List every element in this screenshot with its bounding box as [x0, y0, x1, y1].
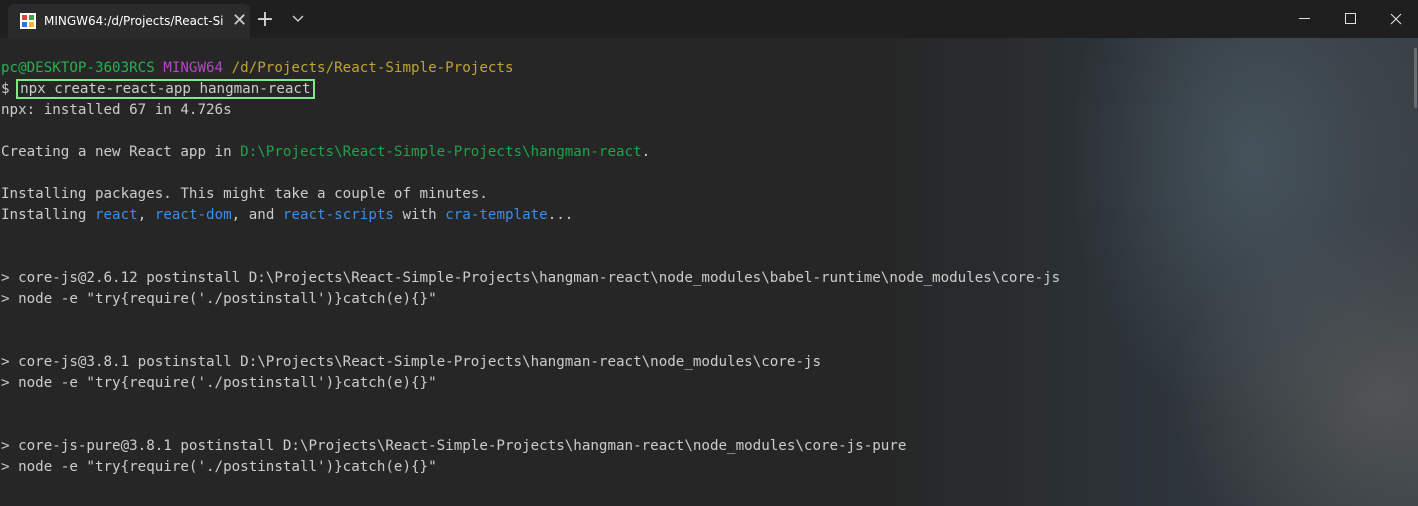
installing-prefix: Installing	[1, 207, 95, 223]
postinstall-node-line: > node -e "try{require('./postinstall')}…	[1, 459, 437, 475]
mingw-terminal-icon	[20, 13, 36, 29]
minimize-icon	[1299, 18, 1310, 19]
scrollbar[interactable]	[1412, 38, 1418, 506]
package-react-scripts: react-scripts	[282, 207, 394, 223]
creating-prefix: Creating a new React app in	[1, 144, 241, 160]
prompt-line: pc@DESKTOP-3603RCS MINGW64 /d/Projects/R…	[1, 58, 1060, 79]
installing-sep2: , and	[231, 207, 283, 223]
postinstall-line: > core-js-pure@3.8.1 postinstall D:\Proj…	[1, 438, 907, 454]
terminal-window: MINGW64:/d/Projects/React-Simple-Project…	[0, 0, 1418, 506]
new-tab-button[interactable]: +	[250, 0, 280, 38]
terminal-lines: pc@DESKTOP-3603RCS MINGW64 /d/Projects/R…	[1, 58, 1060, 478]
close-window-button[interactable]	[1374, 0, 1418, 38]
npx-installed-line: npx: installed 67 in 4.726s	[1, 102, 232, 118]
creating-suffix: .	[641, 144, 651, 160]
terminal-output[interactable]: pc@DESKTOP-3603RCS MINGW64 /d/Projects/R…	[0, 38, 1418, 506]
creating-line: Creating a new React app in D:\Projects\…	[1, 142, 1060, 163]
command-text[interactable]: npx create-react-app hangman-react	[16, 79, 315, 99]
postinstall-node-line: > node -e "try{require('./postinstall')}…	[1, 375, 437, 391]
prompt-shell: MINGW64	[163, 60, 224, 76]
postinstall-line: > core-js@3.8.1 postinstall D:\Projects\…	[1, 354, 821, 370]
tab-mingw64[interactable]: MINGW64:/d/Projects/React-Simple-Project…	[8, 4, 250, 38]
tab-title: MINGW64:/d/Projects/React-Simple-Project…	[44, 14, 224, 28]
prompt-cwd: /d/Projects/React-Simple-Projects	[231, 60, 514, 76]
installing-line: Installing react, react-dom, and react-s…	[1, 205, 1060, 226]
chevron-down-icon[interactable]	[284, 0, 312, 38]
package-cra-template: cra-template	[445, 207, 548, 223]
minimize-button[interactable]	[1282, 0, 1328, 38]
maximize-icon	[1345, 13, 1356, 24]
postinstall-line: > core-js@2.6.12 postinstall D:\Projects…	[1, 270, 1061, 286]
installing-packages-line: Installing packages. This might take a c…	[1, 186, 488, 202]
package-react-dom: react-dom	[154, 207, 232, 223]
installing-mid: with	[393, 207, 446, 223]
installing-suffix: ...	[547, 207, 574, 223]
close-icon	[1390, 13, 1402, 25]
installing-sep1: ,	[137, 207, 155, 223]
prompt-symbol: $	[1, 81, 10, 97]
package-react: react	[94, 207, 138, 223]
prompt-user-host: pc@DESKTOP-3603RCS	[1, 60, 155, 76]
command-line: $ npx create-react-app hangman-react	[1, 79, 1060, 100]
scrollbar-thumb[interactable]	[1414, 48, 1417, 108]
postinstall-node-line: > node -e "try{require('./postinstall')}…	[1, 291, 437, 307]
maximize-button[interactable]	[1328, 0, 1374, 38]
close-tab-icon[interactable]: ✕	[232, 12, 247, 30]
creating-path: D:\Projects\React-Simple-Projects\hangma…	[240, 144, 642, 160]
title-bar: MINGW64:/d/Projects/React-Simple-Project…	[0, 0, 1418, 38]
